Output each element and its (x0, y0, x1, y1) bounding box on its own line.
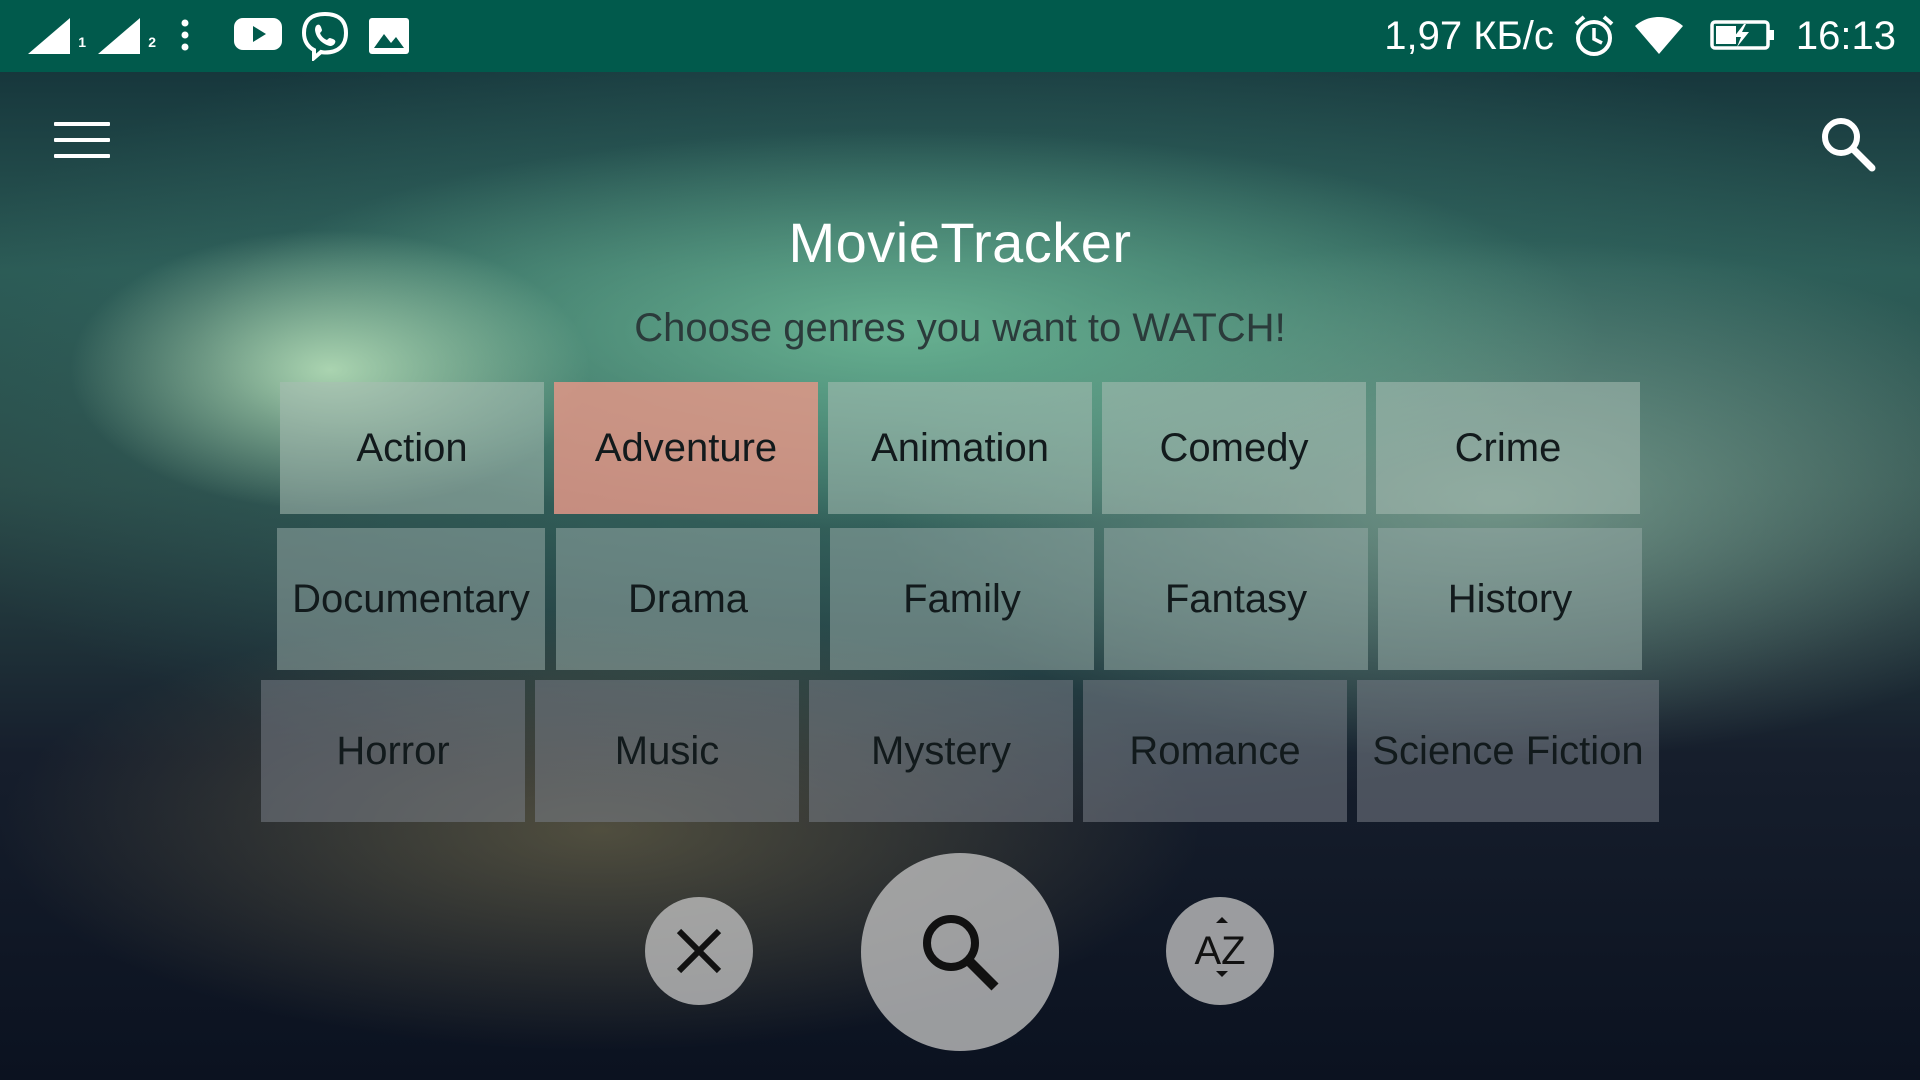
more-notifications-icon (180, 16, 194, 56)
sort-az-icon: AZ (1194, 916, 1246, 977)
search-icon (923, 915, 999, 991)
genre-label: Music (614, 728, 720, 773)
genre-animation[interactable]: Animation (828, 382, 1092, 514)
genre-action[interactable]: Action (280, 382, 544, 514)
genre-documentary[interactable]: Documentary (277, 528, 545, 670)
genre-horror[interactable]: Horror (261, 680, 525, 822)
genre-family[interactable]: Family (830, 528, 1094, 670)
clock-time: 16:13 (1795, 13, 1896, 58)
genre-label: Drama (627, 576, 749, 621)
clear-button[interactable] (645, 897, 753, 1005)
genre-mystery[interactable]: Mystery (809, 680, 1073, 822)
close-icon (676, 928, 722, 974)
genre-label: Science Fiction (1372, 728, 1644, 773)
alarm-icon (1572, 14, 1616, 58)
genre-music[interactable]: Music (535, 680, 799, 822)
hamburger-icon-line (54, 154, 110, 158)
menu-button[interactable] (54, 122, 114, 166)
sim2-label: 2 (148, 34, 156, 50)
battery-charging-icon (1710, 18, 1776, 54)
sim1-label: 1 (78, 34, 86, 50)
genre-science-fiction[interactable]: Science Fiction (1357, 680, 1659, 822)
genre-drama[interactable]: Drama (556, 528, 820, 670)
genre-crime[interactable]: Crime (1376, 382, 1640, 514)
sort-az-button[interactable]: AZ (1166, 897, 1274, 1005)
viber-icon (300, 11, 350, 63)
search-button[interactable] (1818, 114, 1878, 174)
genre-label: Fantasy (1164, 576, 1308, 621)
page-subtitle: Choose genres you want to WATCH! (634, 306, 1286, 350)
app-title: MovieTracker (788, 211, 1132, 274)
network-speed: 1,97 КБ/с (1384, 13, 1554, 58)
genre-label: History (1447, 576, 1573, 621)
genre-romance[interactable]: Romance (1083, 680, 1347, 822)
genre-adventure[interactable]: Adventure (554, 382, 818, 514)
genre-comedy[interactable]: Comedy (1102, 382, 1366, 514)
search-icon (1822, 118, 1876, 172)
genre-label: Mystery (871, 728, 1011, 773)
genre-label: Animation (871, 425, 1049, 470)
gallery-icon (368, 16, 410, 56)
genre-label: Comedy (1159, 425, 1309, 470)
hamburger-icon-line (54, 138, 110, 142)
hamburger-icon (54, 122, 110, 126)
genre-label: Horror (336, 728, 450, 773)
genre-label: Family (903, 576, 1021, 621)
genre-history[interactable]: History (1378, 528, 1642, 670)
signal-sim2-icon: 2 (96, 16, 156, 56)
wifi-icon (1634, 16, 1684, 56)
genre-label: Adventure (594, 425, 778, 470)
genre-label: Romance (1129, 728, 1301, 773)
youtube-icon (234, 16, 282, 56)
genre-label: Documentary (292, 576, 530, 621)
sort-arrows-icon (1216, 916, 1229, 977)
genre-fantasy[interactable]: Fantasy (1104, 528, 1368, 670)
genre-label: Crime (1454, 425, 1562, 470)
genre-label: Action (356, 425, 468, 470)
status-bar: 1 2 1,97 КБ/с 16:13 (0, 0, 1920, 72)
search-movies-button[interactable] (861, 853, 1059, 1051)
signal-sim1-icon: 1 (26, 16, 86, 56)
